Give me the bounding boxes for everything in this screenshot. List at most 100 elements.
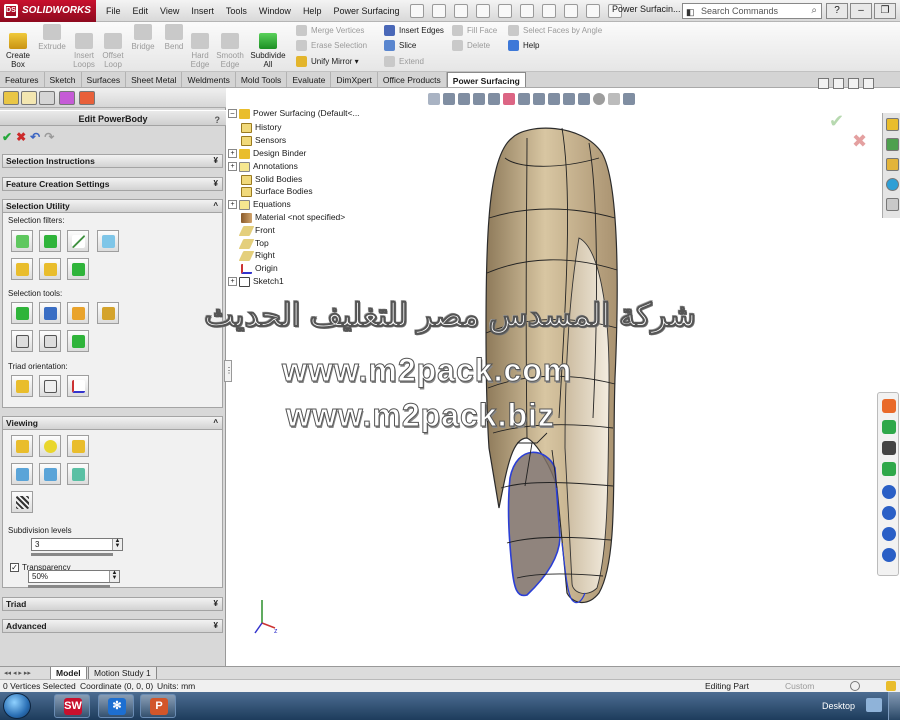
undo-icon[interactable] [519, 4, 534, 18]
group-advanced[interactable]: Advanced ¥ [2, 619, 223, 633]
menu-view[interactable]: View [154, 0, 185, 22]
select-connected-button[interactable] [67, 330, 89, 352]
property-manager-icon[interactable] [21, 91, 37, 105]
open-document-icon[interactable] [453, 4, 468, 18]
viewport-close-icon[interactable] [863, 78, 874, 89]
menu-edit[interactable]: Edit [127, 0, 155, 22]
expand-plus-icon[interactable]: + [228, 277, 237, 287]
solidworks-logo[interactable]: DS SOLIDWORKS [0, 0, 96, 22]
rotate-view-icon[interactable] [533, 93, 545, 105]
menu-window[interactable]: Window [253, 0, 297, 22]
tree-item-sensors[interactable]: Sensors [241, 134, 286, 146]
select-all-button[interactable] [11, 302, 33, 324]
file-properties-icon[interactable] [585, 4, 600, 18]
search-commands-input[interactable]: ◧ Search Commands ⌕ [682, 3, 822, 19]
dynamic-annotation-icon[interactable] [503, 93, 515, 105]
tree-item-sketch1[interactable]: + Sketch1 [228, 275, 284, 287]
hide-show-items-icon[interactable] [578, 93, 590, 105]
new-document-icon[interactable] [431, 4, 446, 18]
filter-points-button[interactable] [97, 230, 119, 252]
pause-icon[interactable] [882, 485, 896, 499]
print-icon[interactable] [497, 4, 512, 18]
redo-arrow-icon[interactable]: ↷ [44, 131, 54, 143]
tree-item-top-plane[interactable]: Top [238, 237, 269, 249]
view-control-mesh-button[interactable] [39, 463, 61, 485]
solidworks-resources-icon[interactable] [886, 118, 899, 131]
file-explorer-icon[interactable] [886, 158, 899, 171]
bridge-button[interactable]: Bridge [128, 24, 158, 51]
transparency-checkbox[interactable]: ✓ [10, 563, 19, 573]
menu-tools[interactable]: Tools [220, 0, 253, 22]
view-points-button[interactable] [67, 463, 89, 485]
viewport-tile-icon[interactable] [818, 78, 829, 89]
pin-icon[interactable] [409, 4, 424, 18]
view-orientation-icon[interactable] [548, 93, 560, 105]
previous-view-icon[interactable] [428, 93, 440, 105]
grow-selection-button[interactable] [39, 302, 61, 324]
menu-power-surfacing[interactable]: Power Surfacing [327, 0, 405, 22]
tree-item-equations[interactable]: + Equations [228, 198, 291, 210]
tree-item-surface-bodies[interactable]: Surface Bodies [241, 185, 313, 197]
orange-arrow-icon[interactable] [882, 399, 896, 413]
offset-loop-button[interactable]: Offset Loop [98, 24, 128, 69]
search-scope-icon[interactable]: ◧ [686, 5, 695, 19]
save-icon[interactable] [475, 4, 490, 18]
expand-plus-icon[interactable]: + [228, 162, 237, 172]
configuration-manager-icon[interactable] [39, 91, 55, 105]
view-cage-button[interactable] [67, 435, 89, 457]
help-question-icon[interactable]: ? [826, 3, 848, 19]
smooth-edge-button[interactable]: Smooth Edge [214, 24, 246, 69]
hard-edge-button[interactable]: Hard Edge [186, 24, 214, 69]
undo-arrow-icon[interactable]: ↶ [30, 131, 40, 143]
group-feature-creation-settings[interactable]: Feature Creation Settings ¥ [2, 177, 223, 191]
minimize-button[interactable]: – [850, 3, 872, 19]
tree-root[interactable]: – Power Surfacing (Default<... [228, 107, 360, 119]
filter-faces-button[interactable] [39, 230, 61, 252]
confirm-ok-check-icon[interactable]: ✔ [829, 111, 844, 132]
status-custom[interactable]: Custom [785, 680, 814, 692]
tree-item-material[interactable]: Material <not specified> [241, 211, 345, 223]
feature-manager-icon[interactable] [3, 91, 19, 105]
zoom-to-area-icon[interactable] [458, 93, 470, 105]
filter-ring-button[interactable] [39, 258, 61, 280]
cancel-x-icon[interactable]: ✖ [16, 131, 26, 143]
pm-help-icon[interactable]: ? [215, 112, 221, 128]
dimxpert-manager-icon[interactable] [59, 91, 75, 105]
view-wire-button[interactable] [11, 463, 33, 485]
menu-insert[interactable]: Insert [185, 0, 220, 22]
design-library-icon[interactable] [886, 138, 899, 151]
extend-button[interactable]: Extend [384, 55, 424, 69]
viewport-restore-icon[interactable] [848, 78, 859, 89]
tab-scroll-arrows-icon[interactable]: ◂◂ ◂ ▸ ▸▸ [4, 669, 31, 677]
stepper-arrows-icon[interactable]: ▲ ▼ [109, 570, 119, 582]
triad-screen-button[interactable] [67, 375, 89, 397]
tree-item-annotations[interactable]: + Annotations [228, 160, 298, 172]
triad-local-button[interactable] [39, 375, 61, 397]
subdivision-levels-stepper[interactable]: 3 ▲ ▼ [31, 538, 123, 551]
slice-button[interactable]: Slice [384, 39, 416, 53]
expand-plus-icon[interactable]: + [228, 200, 237, 210]
camera-icon[interactable] [882, 441, 896, 455]
rebuild-status-icon[interactable] [850, 681, 860, 691]
shrink-selection-button[interactable] [67, 302, 89, 324]
menu-help[interactable]: Help [297, 0, 328, 22]
triad-global-button[interactable] [11, 375, 33, 397]
view-palette-icon[interactable] [886, 178, 899, 191]
bend-button[interactable]: Bend [160, 24, 188, 51]
group-selection-instructions[interactable]: Selection Instructions ¥ [2, 154, 223, 168]
stepper-arrows-icon[interactable]: ▲ ▼ [112, 538, 122, 550]
tree-item-history[interactable]: History [241, 121, 281, 133]
select-ring-button[interactable] [39, 330, 61, 352]
fill-face-button[interactable]: Fill Face [452, 24, 497, 38]
viewport-minimize-icon[interactable] [833, 78, 844, 89]
desktop-toolbar-label[interactable]: Desktop [822, 701, 855, 711]
select-loop-button[interactable] [11, 330, 33, 352]
filter-loop-button[interactable] [11, 258, 33, 280]
group-selection-utility[interactable]: Selection Utility ^ [2, 199, 223, 213]
zoom-to-fit-icon[interactable] [443, 93, 455, 105]
inner-face[interactable] [564, 237, 610, 594]
taskbar-app-solidworks[interactable]: SW [54, 694, 90, 718]
tab-dimxpert[interactable]: DimXpert [331, 72, 378, 87]
confirm-cancel-x-icon[interactable]: ✖ [852, 131, 867, 152]
view-smooth-button[interactable] [39, 435, 61, 457]
